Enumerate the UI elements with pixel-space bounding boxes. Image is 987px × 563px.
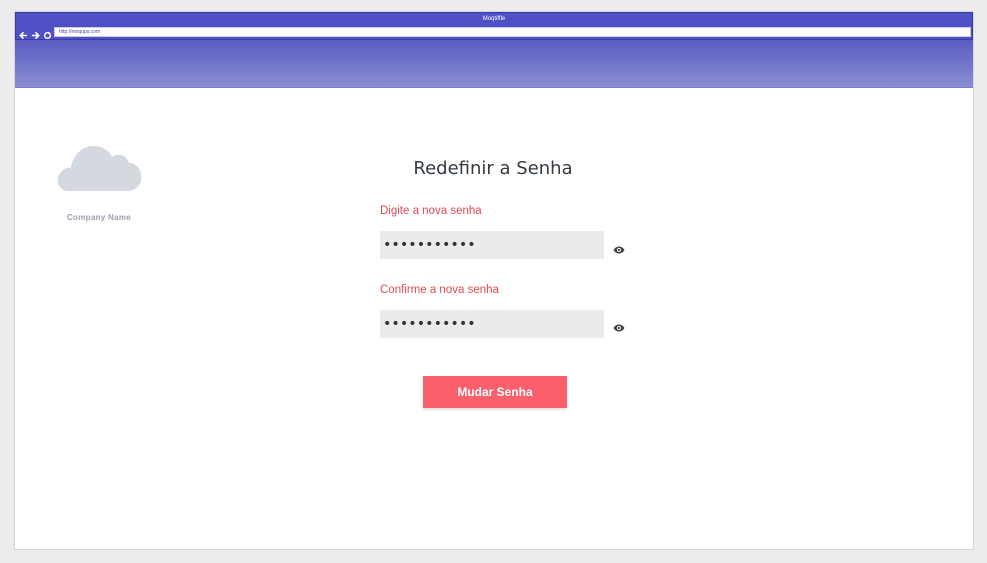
new-password-label: Digite a nova senha bbox=[380, 205, 482, 217]
address-bar[interactable]: http://moqups.com bbox=[54, 27, 971, 37]
cloud-logo-icon bbox=[55, 141, 143, 193]
new-password-input[interactable] bbox=[380, 231, 604, 259]
window-title: Moqtiffle bbox=[482, 16, 506, 22]
reload-icon[interactable] bbox=[43, 27, 52, 40]
confirm-password-input[interactable] bbox=[380, 310, 604, 338]
header-banner bbox=[15, 40, 973, 88]
company-name: Company Name bbox=[66, 213, 132, 222]
show-confirm-password-eye-icon[interactable] bbox=[613, 319, 625, 332]
confirm-password-label: Confirme a nova senha bbox=[380, 284, 499, 296]
browser-window: Moqtiffle http://moqups.com Company Name… bbox=[14, 11, 974, 550]
page-title: Redefinir a Senha bbox=[413, 158, 573, 179]
back-arrow-icon[interactable] bbox=[19, 27, 28, 40]
show-password-eye-icon[interactable] bbox=[613, 241, 625, 254]
change-password-button[interactable]: Mudar Senha bbox=[423, 376, 567, 408]
browser-titlebar: Moqtiffle http://moqups.com bbox=[15, 12, 973, 40]
nav-controls bbox=[19, 27, 52, 40]
forward-arrow-icon[interactable] bbox=[31, 27, 40, 40]
